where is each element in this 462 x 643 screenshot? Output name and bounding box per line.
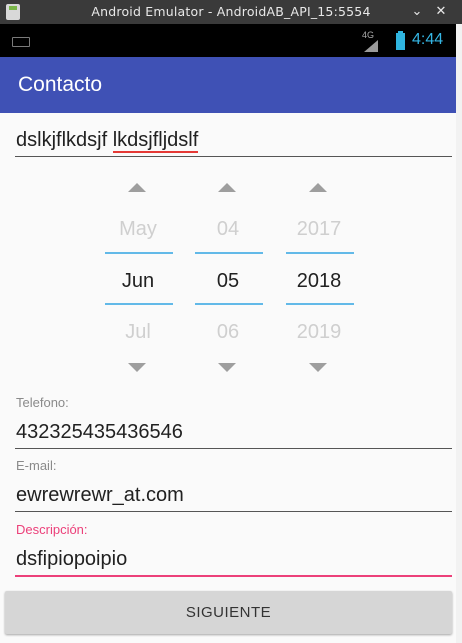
status-clock: 4:44 bbox=[412, 31, 444, 48]
window-title: Android Emulator - AndroidAB_API_15:5554 bbox=[91, 4, 371, 19]
app-bar-title: Contacto bbox=[18, 73, 103, 96]
siguiente-button[interactable]: SIGUIENTE bbox=[5, 591, 452, 634]
telefono-input[interactable]: 432325435436546 bbox=[16, 421, 183, 444]
month-picker[interactable]: May Jun Jul bbox=[105, 183, 173, 373]
month-down-arrow-icon[interactable] bbox=[128, 363, 146, 372]
day-prev[interactable]: 04 bbox=[190, 218, 266, 241]
window-title-bar: Android Emulator - AndroidAB_API_15:5554… bbox=[0, 0, 462, 24]
year-selector-line-bottom bbox=[286, 303, 354, 305]
host-window-edge bbox=[456, 24, 462, 643]
day-up-arrow-icon[interactable] bbox=[218, 183, 236, 192]
month-next[interactable]: Jul bbox=[100, 321, 176, 344]
month-selector-line-top bbox=[105, 252, 173, 254]
email-label: E-mail: bbox=[16, 458, 57, 473]
day-selector-line-top bbox=[195, 252, 263, 254]
day-selector-line-bottom bbox=[195, 303, 263, 305]
day-down-arrow-icon[interactable] bbox=[218, 363, 236, 372]
name-word-2-misspelled: lkdsjfljdslf bbox=[112, 129, 199, 151]
battery-icon bbox=[396, 33, 405, 50]
android-status-bar: 4G 4:44 bbox=[0, 24, 456, 57]
year-selector-line-top bbox=[286, 252, 354, 254]
name-underline bbox=[15, 156, 452, 157]
contact-form: dslkjflkdsjf lkdsjfljdslf May Jun Jul 04… bbox=[0, 113, 456, 643]
day-next[interactable]: 06 bbox=[190, 321, 266, 344]
close-window-button[interactable]: ✕ bbox=[433, 3, 449, 21]
month-selector-line-bottom bbox=[105, 303, 173, 305]
name-input[interactable]: dslkjflkdsjf lkdsjfljdslf bbox=[16, 129, 198, 152]
descripcion-label: Descripción: bbox=[16, 522, 88, 537]
year-up-arrow-icon[interactable] bbox=[309, 183, 327, 192]
day-current[interactable]: 05 bbox=[190, 270, 266, 293]
email-underline bbox=[15, 511, 452, 512]
year-down-arrow-icon[interactable] bbox=[309, 363, 327, 372]
telefono-underline bbox=[15, 448, 452, 449]
year-prev[interactable]: 2017 bbox=[281, 218, 357, 241]
year-next[interactable]: 2019 bbox=[281, 321, 357, 344]
network-type: 4G bbox=[362, 30, 375, 40]
month-up-arrow-icon[interactable] bbox=[128, 183, 146, 192]
month-prev[interactable]: May bbox=[100, 218, 176, 241]
email-input[interactable]: ewrewrewr_at.com bbox=[16, 484, 184, 507]
day-picker[interactable]: 04 05 06 bbox=[195, 183, 263, 373]
name-word-1: dslkjflkdsjf bbox=[16, 129, 108, 151]
keyboard-icon bbox=[12, 37, 30, 47]
year-picker[interactable]: 2017 2018 2019 bbox=[286, 183, 354, 373]
telefono-label: Telefono: bbox=[16, 395, 69, 410]
descripcion-input[interactable]: dsfipiopoipio bbox=[16, 548, 127, 571]
signal-icon bbox=[364, 40, 378, 52]
descripcion-underline-focused bbox=[15, 575, 452, 577]
minimize-button[interactable]: ⌄ bbox=[409, 3, 425, 21]
month-current[interactable]: Jun bbox=[100, 270, 176, 293]
app-bar: Contacto bbox=[0, 57, 456, 113]
year-current[interactable]: 2018 bbox=[281, 270, 357, 293]
